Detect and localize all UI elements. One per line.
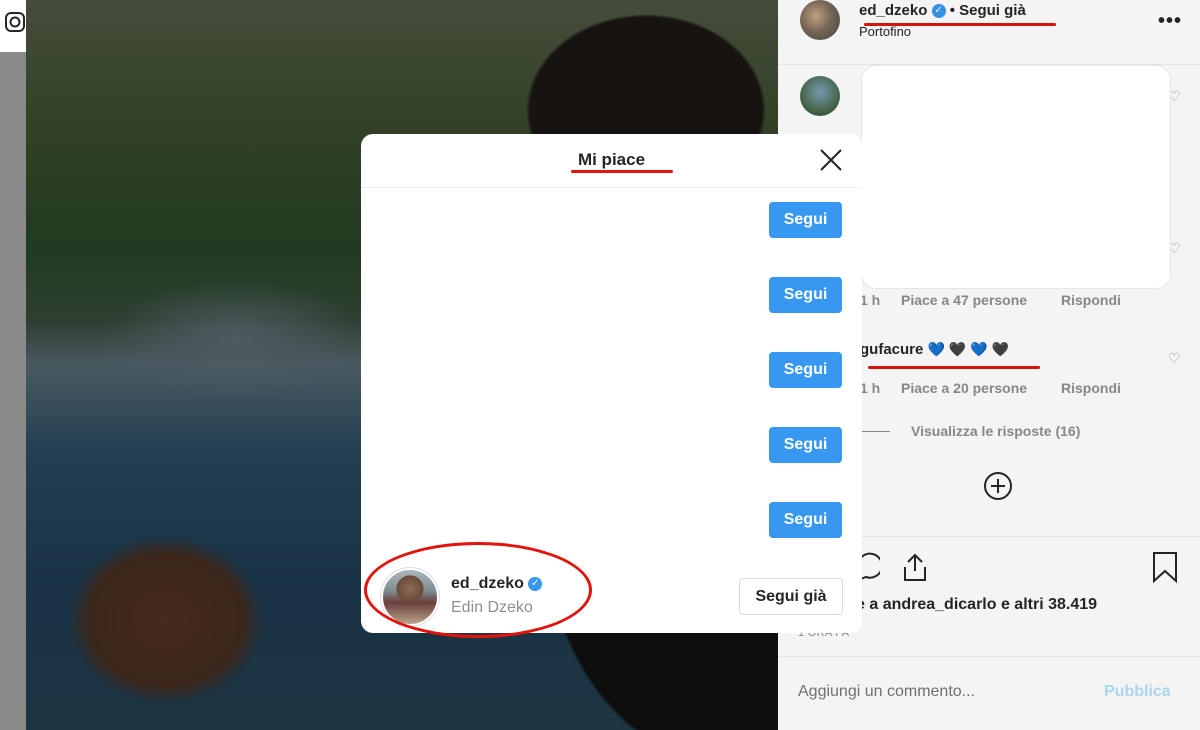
following-button[interactable]: Segui già (739, 578, 843, 615)
follow-button[interactable]: Segui (769, 352, 842, 388)
annotation-underline (571, 170, 673, 173)
top-bar (0, 0, 26, 52)
annotation-circle (364, 542, 592, 638)
instagram-logo-icon[interactable] (4, 11, 26, 33)
modal-title: Mi piace (577, 150, 646, 169)
follow-button[interactable]: Segui (769, 202, 842, 238)
redacted-area (862, 66, 1170, 288)
modal-header: Mi piace (361, 134, 862, 188)
close-icon[interactable] (817, 146, 845, 174)
follow-button[interactable]: Segui (769, 277, 842, 313)
follow-button[interactable]: Segui (769, 427, 842, 463)
follow-button[interactable]: Segui (769, 502, 842, 538)
